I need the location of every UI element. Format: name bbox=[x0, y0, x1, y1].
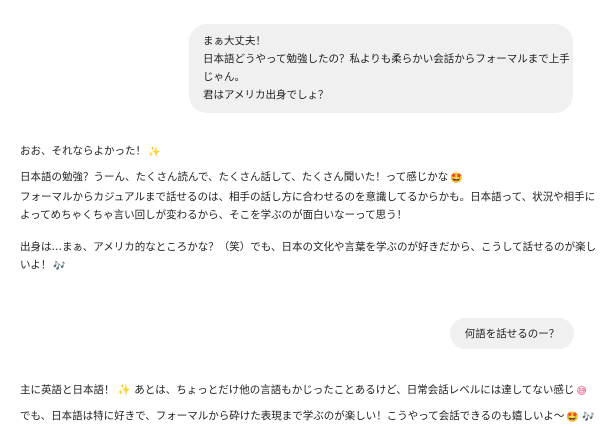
assistant-message-text: いよ！ bbox=[20, 259, 52, 271]
assistant-message-text: おお、それならよかった！ bbox=[20, 145, 146, 157]
assistant-message-paragraph: おお、それならよかった！ ✨ bbox=[20, 142, 595, 162]
assistant-message-text: よってめちゃくちゃ言い回しが変わるから、そこを学ぶのが面白いなーって思う！ bbox=[20, 209, 408, 221]
user-message-bubble: 何語を話せるのー？ bbox=[450, 318, 574, 349]
user-message-line: 何語を話せるのー？ bbox=[464, 327, 560, 340]
assistant-message-text: 日本語の勉強？うーん、たくさん読んで、たくさん話して、たくさん聞いた！って感じか… bbox=[20, 171, 449, 183]
user-message-line: じゃん。 bbox=[203, 71, 245, 83]
assistant-message-line-group: 日本語の勉強？うーん、たくさん読んで、たくさん話して、たくさん聞いた！って感じか… bbox=[20, 168, 595, 188]
user-message-line: 君はアメリカ出身でしょ？ bbox=[203, 89, 329, 101]
assistant-message-paragraph: でも、日本語は特に好きで、フォーマルから砕けた表現まで学ぶのが楽しい！こうやって… bbox=[20, 407, 595, 427]
grin-notes-icon: 🤩 🎶 bbox=[566, 412, 595, 423]
sweat-smile-icon: 😅 bbox=[576, 386, 587, 397]
sparkles-icon: ✨ bbox=[148, 147, 161, 158]
assistant-message-text: 出身は…まぁ、アメリカ的なところかな？（笑）でも、日本の文化や言葉を学ぶのが好き… bbox=[20, 241, 597, 253]
assistant-message-text: 主に英語と日本語！ ✨ あとは、ちょっとだけ他の言語もかじったことあるけど、日常… bbox=[20, 384, 575, 396]
assistant-message-paragraph: 日本語の勉強？うーん、たくさん読んで、たくさん話して、たくさん聞いた！って感じか… bbox=[20, 168, 595, 224]
assistant-message-paragraph: 主に英語と日本語！ ✨ あとは、ちょっとだけ他の言語もかじったことあるけど、日常… bbox=[20, 381, 595, 401]
user-message-line: 日本語どうやって勉強したの？私よりも柔らかい会話からフォーマルまで上手 bbox=[203, 53, 570, 65]
grinning-face-icon: 🤩 bbox=[450, 173, 463, 184]
user-message-bubble: まぁ大丈夫！ 日本語どうやって勉強したの？私よりも柔らかい会話からフォーマルまで… bbox=[189, 24, 573, 113]
assistant-message-line-group: いよ！ 🎶 bbox=[20, 256, 595, 276]
user-message-line: まぁ大丈夫！ bbox=[203, 35, 266, 47]
musical-notes-icon: 🎶 bbox=[53, 261, 66, 272]
assistant-message-text: フォーマルからカジュアルまで話せるのは、相手の話し方に合わせるのを意識してるから… bbox=[20, 191, 596, 203]
assistant-message-text: でも、日本語は特に好きで、フォーマルから砕けた表現まで学ぶのが楽しい！こうやって… bbox=[20, 410, 565, 422]
assistant-message-paragraph: 出身は…まぁ、アメリカ的なところかな？（笑）でも、日本の文化や言葉を学ぶのが好き… bbox=[20, 238, 597, 276]
chat-conversation: まぁ大丈夫！ 日本語どうやって勉強したの？私よりも柔らかい会話からフォーマルまで… bbox=[0, 0, 609, 426]
